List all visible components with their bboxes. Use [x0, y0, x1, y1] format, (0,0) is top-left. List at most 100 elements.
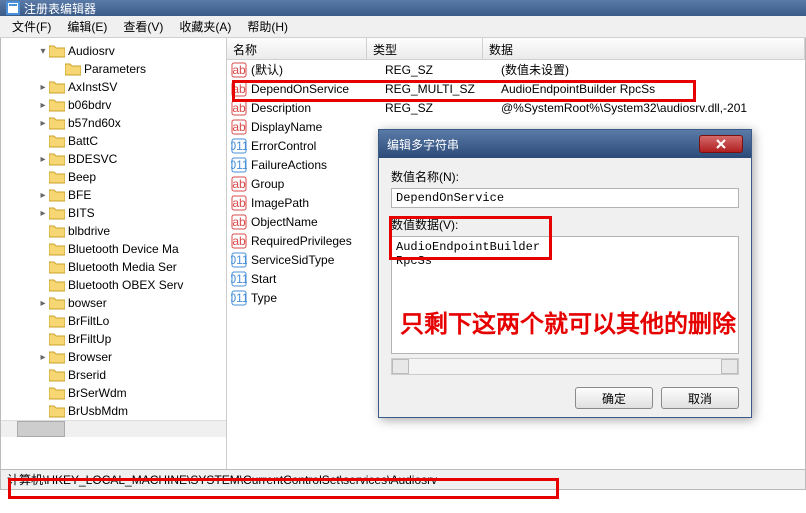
value-data-textarea[interactable]: AudioEndpointBuilder RpcSs: [391, 236, 739, 354]
tree-item[interactable]: ▸ AxInstSV: [1, 78, 226, 96]
tree-item[interactable]: Parameters: [1, 60, 226, 78]
tree-item[interactable]: Bluetooth Media Ser: [1, 258, 226, 276]
tree-toggle-icon[interactable]: ▸: [37, 118, 49, 129]
tree-item[interactable]: BrFiltLo: [1, 312, 226, 330]
dialog-close-button[interactable]: [699, 135, 743, 153]
folder-icon: [49, 98, 65, 112]
folder-icon: [49, 296, 65, 310]
tree-toggle-icon[interactable]: ▸: [37, 208, 49, 219]
tree-item[interactable]: ▸bowser: [1, 294, 226, 312]
tree-item-label: Browser: [68, 350, 112, 364]
tree-item[interactable]: BrFiltUp: [1, 330, 226, 348]
tree-item[interactable]: blbdrive: [1, 222, 226, 240]
tree-item-label: b57nd60x: [68, 116, 121, 130]
edit-multistring-dialog: 编辑多字符串 数值名称(N): 数值数据(V): AudioEndpointBu…: [378, 129, 752, 418]
folder-icon: [49, 278, 65, 292]
column-type[interactable]: 类型: [367, 38, 483, 59]
folder-icon: [49, 368, 65, 382]
cell-name: ErrorControl: [251, 139, 385, 153]
folder-icon: [49, 80, 65, 94]
tree-item-label: b06bdrv: [68, 98, 111, 112]
binary-value-icon: 011: [231, 252, 247, 268]
menu-favorites[interactable]: 收藏夹(A): [171, 16, 239, 37]
tree-item[interactable]: Brserid: [1, 366, 226, 384]
tree-toggle-icon[interactable]: ▸: [37, 298, 49, 309]
svg-text:ab: ab: [232, 82, 246, 96]
cell-name: RequiredPrivileges: [251, 234, 385, 248]
folder-icon: [49, 206, 65, 220]
dialog-titlebar[interactable]: 编辑多字符串: [379, 130, 751, 158]
tree-item[interactable]: Bluetooth OBEX Serv: [1, 276, 226, 294]
app-icon: [6, 1, 20, 15]
string-value-icon: ab: [231, 176, 247, 192]
menu-help[interactable]: 帮助(H): [239, 16, 296, 37]
tree-item[interactable]: ▸ BDESVC: [1, 150, 226, 168]
svg-text:011: 011: [231, 291, 247, 305]
binary-value-icon: 011: [231, 157, 247, 173]
tree-item-label: BDESVC: [68, 152, 117, 166]
tree-item-label: BITS: [68, 206, 95, 220]
string-value-icon: ab: [231, 233, 247, 249]
tree-item-label: Brserid: [68, 368, 106, 382]
cancel-button[interactable]: 取消: [661, 387, 739, 409]
tree-item-label: BrUsbMdm: [68, 404, 128, 418]
tree-item[interactable]: ▸ b57nd60x: [1, 114, 226, 132]
folder-icon: [49, 350, 65, 364]
tree-item[interactable]: ▸ Browser: [1, 348, 226, 366]
tree-item[interactable]: BrSerWdm: [1, 384, 226, 402]
menu-file[interactable]: 文件(F): [4, 16, 59, 37]
tree-item[interactable]: BrUsbMdm: [1, 402, 226, 420]
tree-toggle-icon[interactable]: ▸: [37, 352, 49, 363]
dialog-title: 编辑多字符串: [387, 136, 459, 153]
svg-text:011: 011: [231, 272, 247, 286]
menu-view[interactable]: 查看(V): [115, 16, 171, 37]
tree-item-label: Parameters: [84, 62, 146, 76]
tree-item[interactable]: BattC: [1, 132, 226, 150]
svg-text:ab: ab: [232, 120, 246, 134]
list-row[interactable]: abDependOnServiceREG_MULTI_SZAudioEndpoi…: [227, 79, 805, 98]
tree-item-label: AxInstSV: [68, 80, 117, 94]
cell-name: FailureActions: [251, 158, 385, 172]
cell-name: Start: [251, 272, 385, 286]
column-data[interactable]: 数据: [483, 38, 805, 59]
list-row[interactable]: ab(默认)REG_SZ(数值未设置): [227, 60, 805, 79]
horizontal-scrollbar[interactable]: [391, 358, 739, 375]
column-name[interactable]: 名称: [227, 38, 367, 59]
tree-item-label: BattC: [68, 134, 98, 148]
binary-value-icon: 011: [231, 290, 247, 306]
tree-pane[interactable]: ▾Audiosrv Parameters ▸ AxInstSV ▸ b06bdrv ▸ b57…: [1, 38, 227, 469]
tree-toggle-icon[interactable]: ▸: [37, 154, 49, 165]
tree-item[interactable]: ▸ BITS: [1, 204, 226, 222]
folder-icon: [49, 314, 65, 328]
value-name-input[interactable]: [391, 188, 739, 208]
tree-toggle-icon[interactable]: ▸: [37, 190, 49, 201]
window-title: 注册表编辑器: [24, 0, 96, 16]
ok-button[interactable]: 确定: [575, 387, 653, 409]
cell-name: ServiceSidType: [251, 253, 385, 267]
cell-name: Group: [251, 177, 385, 191]
tree-toggle-icon[interactable]: ▾: [37, 46, 49, 57]
tree-item-label: BrFiltUp: [68, 332, 111, 346]
cell-data: (数值未设置): [501, 61, 805, 78]
tree-item[interactable]: Bluetooth Device Ma: [1, 240, 226, 258]
status-path: 计算机\HKEY_LOCAL_MACHINE\SYSTEM\CurrentCon…: [7, 471, 437, 488]
tree-item[interactable]: ▸ b06bdrv: [1, 96, 226, 114]
tree-item-label: Bluetooth OBEX Serv: [68, 278, 183, 292]
svg-text:ab: ab: [232, 101, 246, 115]
tree-toggle-icon[interactable]: ▸: [37, 82, 49, 93]
menu-edit[interactable]: 编辑(E): [59, 16, 115, 37]
tree-item[interactable]: ▾Audiosrv: [1, 42, 226, 60]
tree-item-label: Bluetooth Device Ma: [68, 242, 179, 256]
cell-type: REG_SZ: [385, 63, 501, 77]
tree-horizontal-scrollbar[interactable]: [1, 420, 226, 437]
string-value-icon: ab: [231, 119, 247, 135]
tree-item[interactable]: ▸ BFE: [1, 186, 226, 204]
tree-item[interactable]: Beep: [1, 168, 226, 186]
status-bar: 计算机\HKEY_LOCAL_MACHINE\SYSTEM\CurrentCon…: [0, 470, 806, 490]
cell-type: REG_SZ: [385, 101, 501, 115]
tree-item-label: BFE: [68, 188, 91, 202]
tree-toggle-icon[interactable]: ▸: [37, 100, 49, 111]
string-value-icon: ab: [231, 100, 247, 116]
string-value-icon: ab: [231, 195, 247, 211]
list-row[interactable]: abDescriptionREG_SZ@%SystemRoot%\System3…: [227, 98, 805, 117]
